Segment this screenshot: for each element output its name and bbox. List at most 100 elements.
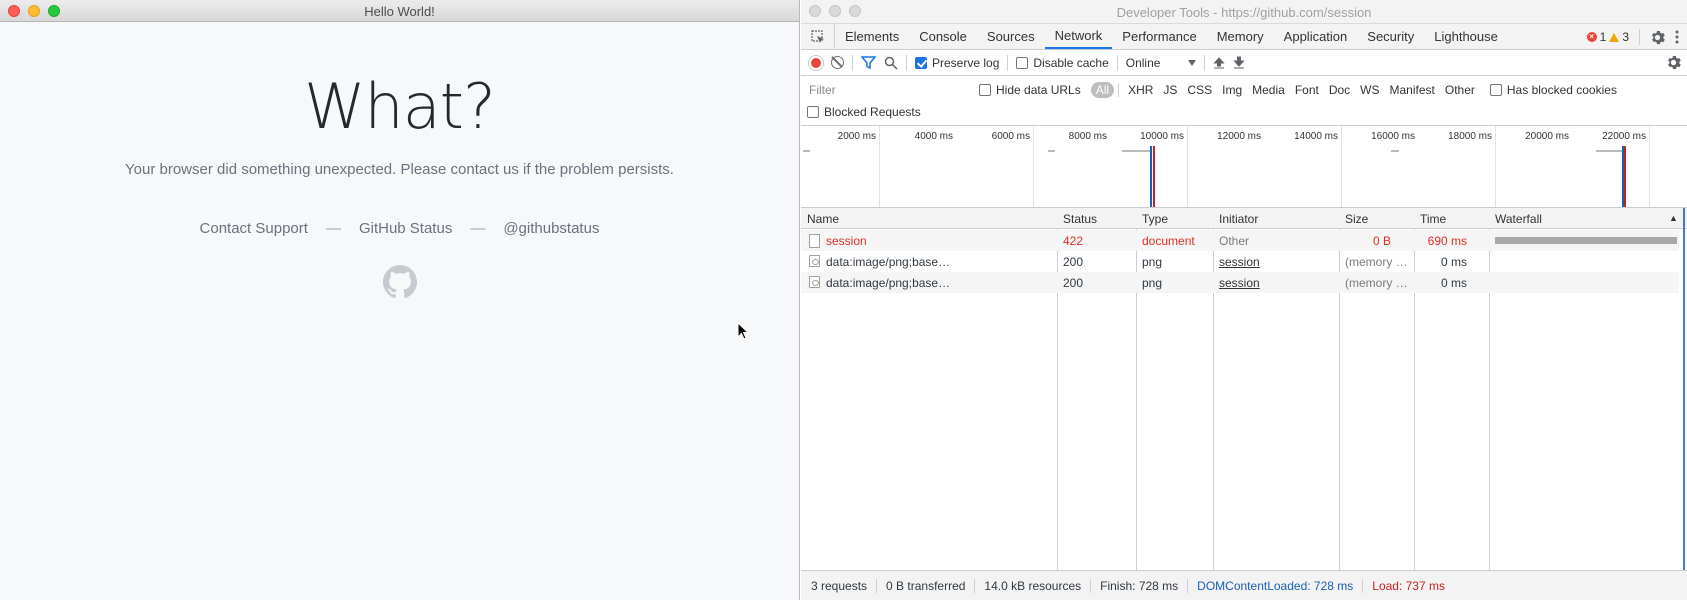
summary-resources: 14.0 kB resources xyxy=(975,578,1092,593)
hide-data-urls-box[interactable] xyxy=(979,84,991,96)
divider xyxy=(852,54,853,71)
table-row[interactable]: session 422 document Other 0 B 690 ms xyxy=(801,230,1679,251)
filter-input[interactable] xyxy=(807,81,969,99)
tab-sources[interactable]: Sources xyxy=(977,24,1045,49)
mouse-cursor-icon xyxy=(737,322,749,340)
column-header-type[interactable]: Type xyxy=(1142,212,1168,226)
filter-type-css[interactable]: CSS xyxy=(1182,82,1217,98)
filter-type-all[interactable]: All xyxy=(1090,82,1115,98)
request-size: (memory … xyxy=(1345,276,1408,290)
issues-counter[interactable]: × 1 3 xyxy=(1586,30,1629,44)
filter-type-ws[interactable]: WS xyxy=(1355,82,1384,98)
overview-tick-label: 2000 ms xyxy=(837,131,876,142)
timeline-overview[interactable]: 2000 ms 4000 ms 6000 ms 8000 ms 10000 ms… xyxy=(801,126,1687,208)
clear-icon[interactable] xyxy=(831,56,844,69)
tab-console[interactable]: Console xyxy=(909,24,977,49)
overview-dcl-line xyxy=(1150,146,1152,207)
request-table: Name Status Type Initiator Size Time Wat… xyxy=(801,208,1687,570)
hide-data-urls-checkbox[interactable]: Hide data URLs xyxy=(979,83,1081,97)
table-row[interactable]: data:image/png;base… 200 png session (me… xyxy=(801,251,1679,272)
request-size: 0 B xyxy=(1372,234,1391,248)
filter-icon[interactable] xyxy=(861,56,876,69)
hide-data-urls-label: Hide data URLs xyxy=(996,83,1081,97)
github-status-link[interactable]: GitHub Status xyxy=(359,220,452,237)
error-message: Your browser did something unexpected. P… xyxy=(125,161,674,178)
tab-application[interactable]: Application xyxy=(1274,24,1358,49)
error-heading: What? xyxy=(304,70,496,143)
inspect-element-icon[interactable] xyxy=(801,24,835,49)
sort-ascending-icon[interactable]: ▲ xyxy=(1669,213,1678,223)
contact-support-link[interactable]: Contact Support xyxy=(200,220,308,237)
has-blocked-cookies-checkbox[interactable]: Has blocked cookies xyxy=(1489,83,1617,97)
column-header-size[interactable]: Size xyxy=(1345,212,1368,226)
overview-gridline xyxy=(1495,126,1496,207)
column-header-status[interactable]: Status xyxy=(1063,212,1097,226)
column-header-time[interactable]: Time xyxy=(1420,212,1446,226)
link-separator: — xyxy=(325,220,341,237)
request-initiator: Other xyxy=(1219,234,1250,248)
preserve-log-checkbox[interactable]: Preserve log xyxy=(915,56,999,70)
overview-tick-label: 18000 ms xyxy=(1448,131,1492,142)
record-button[interactable] xyxy=(809,55,823,70)
githubstatus-link[interactable]: @githubstatus xyxy=(503,220,599,237)
waterfall-bar xyxy=(1495,237,1677,244)
tab-network[interactable]: Network xyxy=(1044,24,1113,49)
filter-row-1: Hide data URLs All XHR JS CSS Img Media … xyxy=(807,79,1681,101)
tabbar-right: × 1 3 xyxy=(1586,24,1679,50)
filter-row-2: Blocked Requests xyxy=(807,101,1681,123)
filter-type-xhr[interactable]: XHR xyxy=(1123,82,1158,98)
tab-elements[interactable]: Elements xyxy=(835,24,909,49)
overview-load-line xyxy=(1153,146,1155,207)
filter-type-doc[interactable]: Doc xyxy=(1324,82,1355,98)
error-icon: × xyxy=(1586,32,1597,42)
overview-request-bar xyxy=(1048,150,1055,152)
dropdown-arrow-icon xyxy=(1188,59,1197,66)
image-file-icon xyxy=(809,255,820,267)
request-status: 200 xyxy=(1063,276,1084,290)
request-name: data:image/png;base… xyxy=(826,255,951,269)
more-options-icon[interactable] xyxy=(1675,30,1679,44)
blocked-requests-checkbox[interactable]: Blocked Requests xyxy=(807,105,921,119)
request-initiator-link[interactable]: session xyxy=(1219,276,1260,290)
tab-performance[interactable]: Performance xyxy=(1112,24,1206,49)
column-header-waterfall[interactable]: Waterfall xyxy=(1495,212,1542,226)
search-icon[interactable] xyxy=(884,56,898,70)
throttling-select[interactable]: Online xyxy=(1126,56,1197,70)
overview-tick-label: 6000 ms xyxy=(991,131,1030,142)
blocked-requests-box[interactable] xyxy=(807,106,819,118)
settings-gear-icon[interactable] xyxy=(1650,30,1665,45)
overview-gridline xyxy=(1187,126,1188,207)
preserve-log-box[interactable] xyxy=(915,56,927,69)
request-initiator-link[interactable]: session xyxy=(1219,255,1260,269)
tab-security[interactable]: Security xyxy=(1357,24,1424,49)
overview-request-bar xyxy=(1596,150,1624,152)
divider xyxy=(1116,54,1118,71)
summary-load: Load: 737 ms xyxy=(1372,578,1445,593)
warning-count: 3 xyxy=(1622,30,1629,44)
column-header-initiator[interactable]: Initiator xyxy=(1219,212,1258,226)
disable-cache-box[interactable] xyxy=(1016,56,1029,69)
filter-type-img[interactable]: Img xyxy=(1217,82,1247,98)
has-blocked-cookies-box[interactable] xyxy=(1489,84,1502,96)
filter-type-other[interactable]: Other xyxy=(1440,82,1480,98)
disable-cache-checkbox[interactable]: Disable cache xyxy=(1016,56,1109,70)
image-file-icon xyxy=(809,276,820,288)
request-name: session xyxy=(826,234,867,248)
overview-gridline xyxy=(879,126,880,207)
filter-type-media[interactable]: Media xyxy=(1247,82,1290,98)
column-header-name[interactable]: Name xyxy=(807,212,839,226)
network-settings-gear-icon[interactable] xyxy=(1666,55,1681,70)
filter-type-js[interactable]: JS xyxy=(1158,82,1182,98)
github-logo-icon[interactable] xyxy=(382,265,417,299)
tab-memory[interactable]: Memory xyxy=(1207,24,1274,49)
tab-lighthouse[interactable]: Lighthouse xyxy=(1424,24,1508,49)
table-row[interactable]: data:image/png;base… 200 png session (me… xyxy=(801,272,1679,293)
export-har-icon[interactable] xyxy=(1233,56,1246,69)
preserve-log-label: Preserve log xyxy=(932,55,1000,70)
filter-type-font[interactable]: Font xyxy=(1290,82,1324,98)
import-har-icon[interactable] xyxy=(1213,56,1226,69)
overview-tick-label: 16000 ms xyxy=(1371,131,1415,142)
divider xyxy=(1204,54,1206,71)
overview-tick-label: 10000 ms xyxy=(1140,131,1184,142)
filter-type-manifest[interactable]: Manifest xyxy=(1385,82,1440,98)
